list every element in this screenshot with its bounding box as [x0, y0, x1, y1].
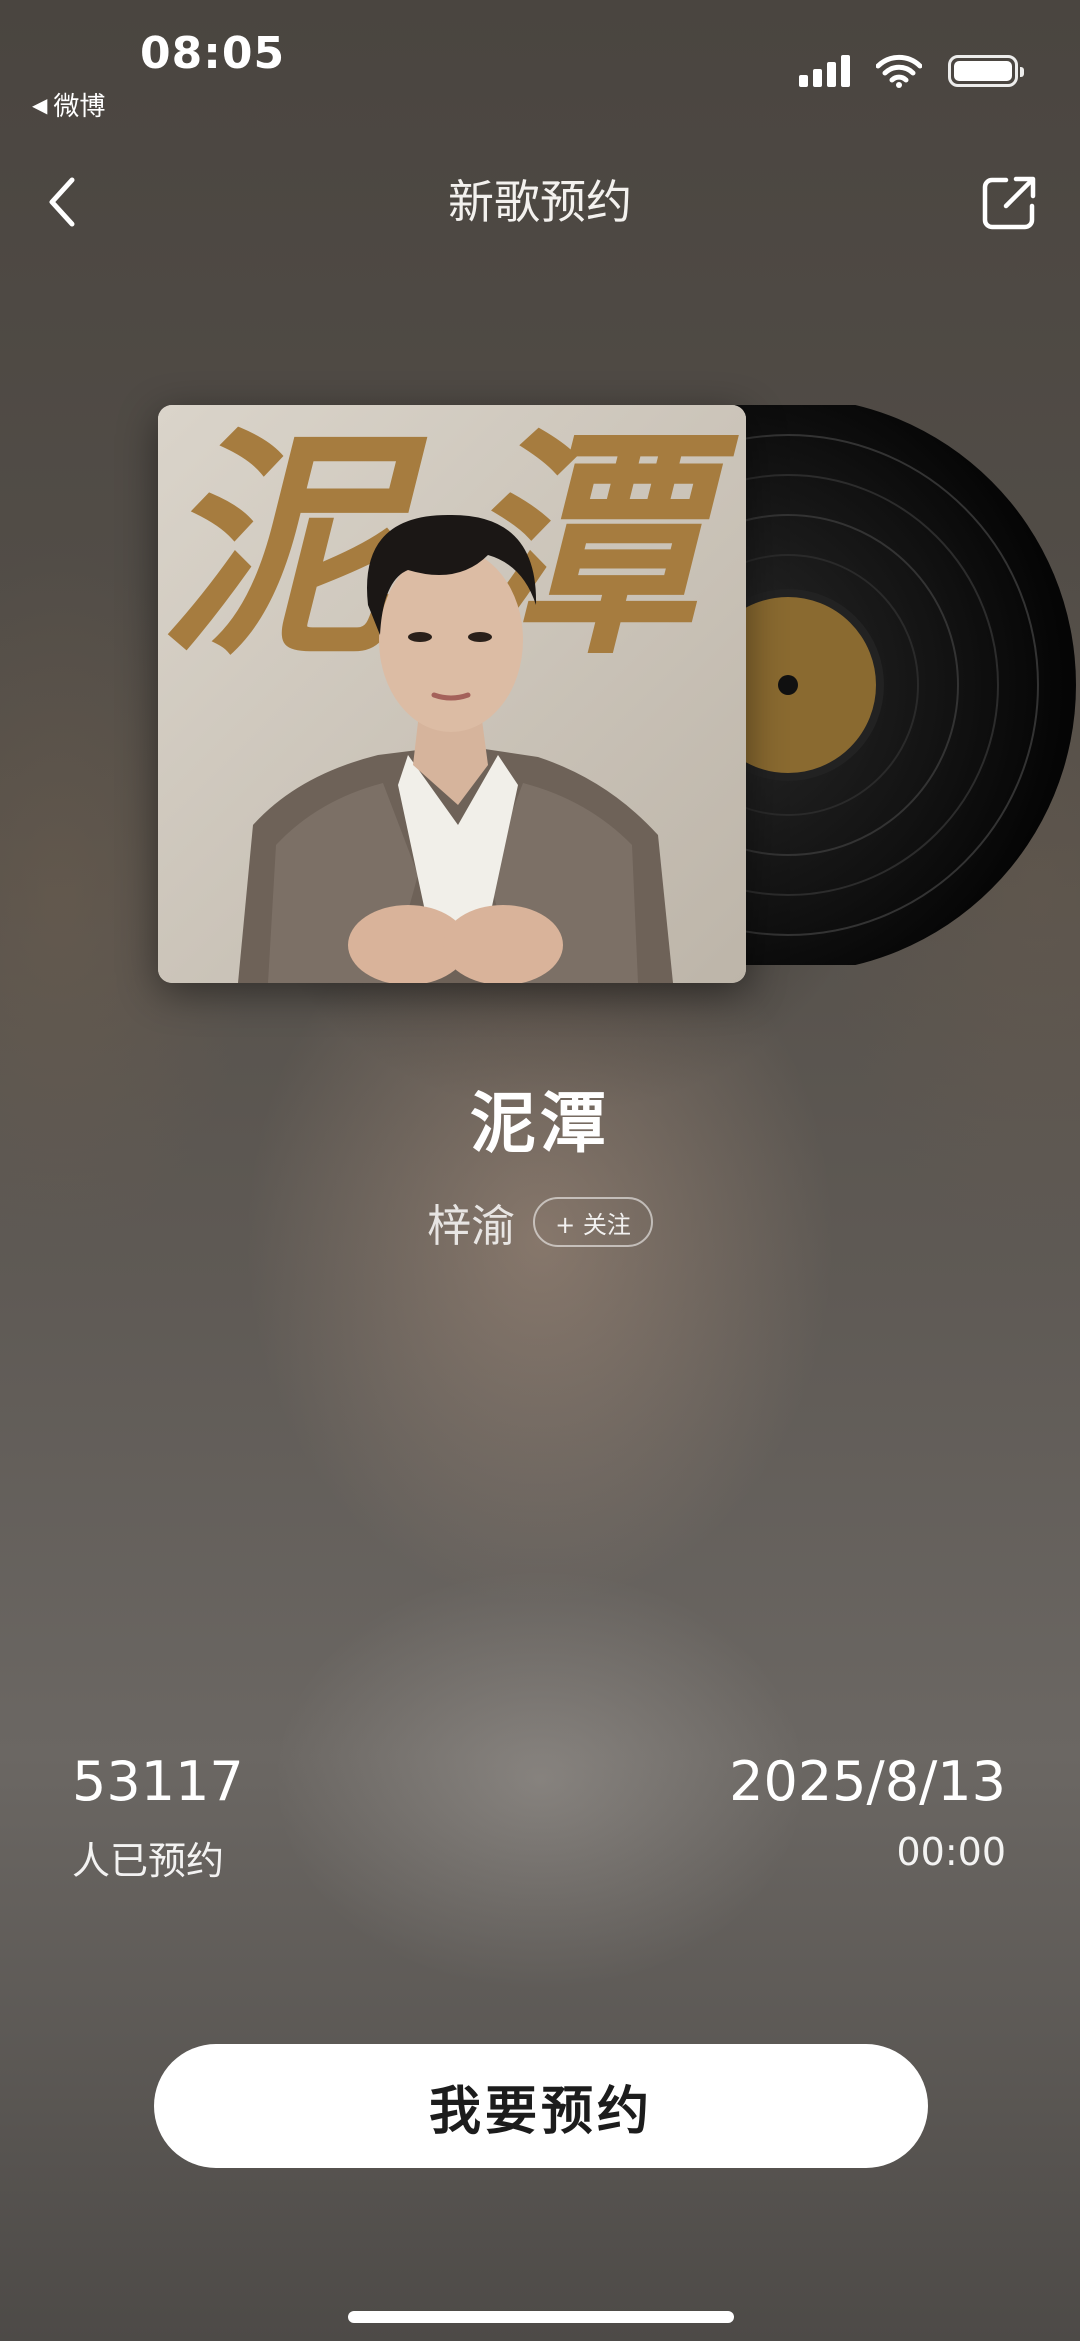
return-to-app-link[interactable]: ◀ 微博: [32, 86, 105, 123]
home-indicator[interactable]: [348, 2311, 734, 2323]
signal-icon: [799, 55, 850, 87]
back-triangle-icon: ◀: [32, 92, 48, 117]
album-art-area: 泥潭: [158, 405, 1076, 985]
page-title: 新歌预约: [448, 175, 632, 229]
status-icons: [799, 54, 1024, 88]
artist-row: 梓渝 + 关注: [0, 1190, 1080, 1254]
return-app-name: 微博: [53, 92, 106, 122]
reservation-count: 53117: [72, 1750, 244, 1813]
artist-name[interactable]: 梓渝: [427, 1190, 515, 1254]
status-time: 08:05: [140, 28, 286, 79]
status-bar: 08:05 ◀ 微博: [0, 0, 1080, 130]
reservation-count-label: 人已预约: [72, 1839, 225, 1883]
release-date: 2025/8/13: [729, 1750, 1006, 1813]
song-reservation-screen: 08:05 ◀ 微博 新歌预约 泥潭 泥潭 梓渝 + 关注 53117 人已预约…: [0, 0, 1080, 2341]
reserve-button[interactable]: 我要预约: [154, 2044, 928, 2168]
wifi-icon: [876, 54, 922, 88]
battery-icon: [948, 55, 1024, 87]
release-time: 00:00: [896, 1830, 1006, 1874]
album-cover: 泥潭: [158, 405, 746, 983]
song-title: 泥潭: [470, 1085, 610, 1162]
follow-button[interactable]: + 关注: [533, 1197, 653, 1247]
share-icon[interactable]: [980, 174, 1038, 232]
